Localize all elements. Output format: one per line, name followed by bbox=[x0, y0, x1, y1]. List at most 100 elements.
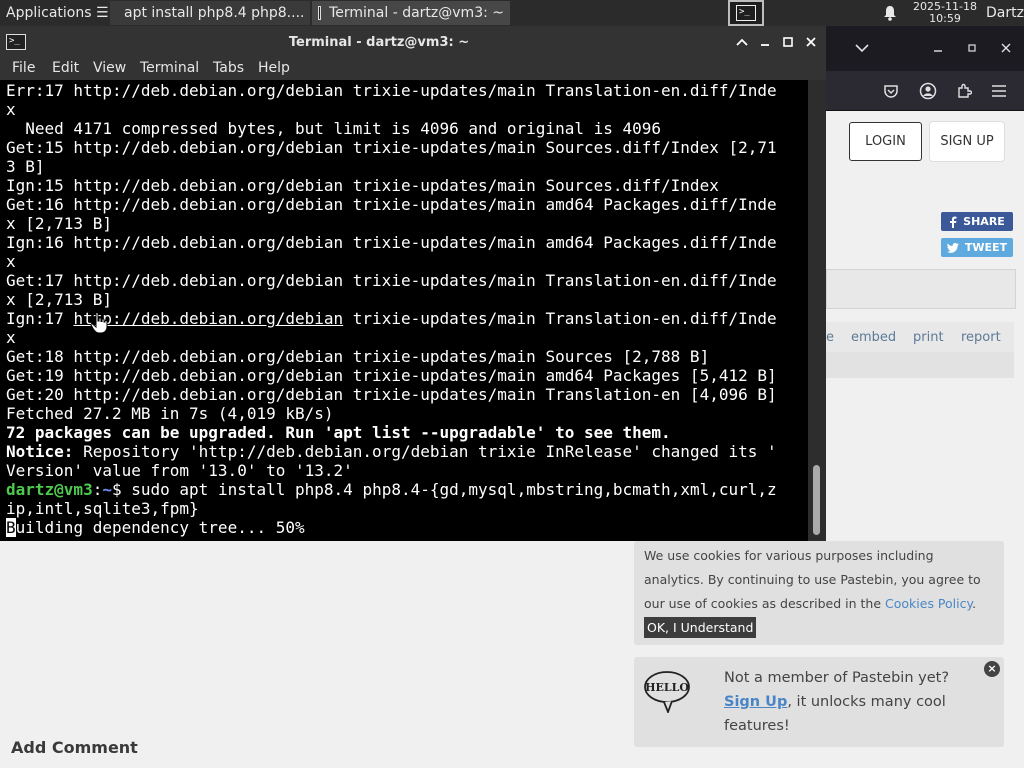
cookie-notice: We use cookies for various purposes incl… bbox=[634, 541, 1004, 645]
print-link[interactable]: print bbox=[913, 330, 944, 345]
signup-button[interactable]: SIGN UP bbox=[930, 122, 1004, 161]
promo-text-1: Not a member of Pastebin yet? bbox=[724, 670, 950, 686]
terminal-line: x bbox=[6, 252, 16, 271]
signup-promo: HELLO Not a member of Pastebin yet? Sign… bbox=[634, 657, 1004, 747]
terminal-line: Get:15 http://deb.debian.org/debian trix… bbox=[6, 138, 777, 157]
minimize-icon[interactable] bbox=[755, 32, 775, 52]
promo-text: Not a member of Pastebin yet? Sign Up, i… bbox=[724, 666, 984, 738]
minimize-icon[interactable] bbox=[928, 36, 948, 60]
menu-help[interactable]: Help bbox=[258, 60, 290, 76]
prompt-separator: : bbox=[92, 480, 103, 499]
action-link-partial[interactable]: e bbox=[826, 330, 834, 345]
prompt-path: ~ bbox=[102, 480, 112, 499]
notice-label: Notice: bbox=[6, 442, 74, 461]
progress-text: uilding dependency tree... 50% bbox=[15, 518, 305, 537]
terminal-line: Get:20 http://deb.debian.org/debian trix… bbox=[6, 385, 777, 404]
paste-info-box bbox=[826, 269, 1016, 309]
hover-url-link[interactable]: http://deb.debian.org/debian bbox=[73, 309, 343, 328]
login-button[interactable]: LOGIN bbox=[849, 122, 922, 161]
close-icon[interactable] bbox=[801, 32, 821, 52]
terminal-line: Need 4171 compressed bytes, but limit is… bbox=[6, 119, 662, 138]
applications-menu[interactable]: Applications ☰ bbox=[2, 0, 108, 26]
promo-close-icon[interactable]: × bbox=[984, 661, 1000, 677]
line-rest: trixie-updates/main Translation-en.diff/… bbox=[343, 309, 777, 328]
terminal-scrollbar[interactable] bbox=[808, 80, 826, 541]
terminal-line: x [2,713 B] bbox=[6, 214, 112, 233]
terminal-line: Err:17 http://deb.debian.org/debian trix… bbox=[6, 81, 777, 100]
close-icon[interactable] bbox=[996, 36, 1016, 60]
workspace-switcher[interactable]: >_ bbox=[728, 0, 764, 26]
applications-label: Applications ☰ bbox=[6, 5, 108, 21]
cursor: B bbox=[6, 518, 16, 537]
cookie-ok-button[interactable]: OK, I Understand bbox=[644, 617, 757, 638]
menu-file[interactable]: File bbox=[12, 60, 35, 76]
menu-tabs[interactable]: Tabs bbox=[213, 60, 244, 76]
account-icon[interactable] bbox=[917, 80, 939, 102]
terminal-menubar: File Edit View Terminal Tabs Help bbox=[0, 58, 826, 80]
taskbar-terminal-label: Terminal - dartz@vm3: ~ bbox=[329, 5, 504, 21]
cookies-policy-link[interactable]: Cookies Policy bbox=[885, 596, 972, 611]
terminal-titlebar[interactable]: >_ Terminal - dartz@vm3: ~ bbox=[0, 26, 826, 58]
terminal-line: Fetched 27.2 MB in 7s (4,019 kB/s) bbox=[6, 404, 334, 423]
maximize-icon[interactable] bbox=[778, 32, 798, 52]
menu-terminal[interactable]: Terminal bbox=[140, 60, 199, 76]
workspace-terminal-icon: >_ bbox=[736, 5, 756, 21]
terminal-prompt-line: dartz@vm3:~$ sudo apt install php8.4 php… bbox=[6, 480, 808, 499]
cookie-text-end: . bbox=[972, 596, 977, 611]
top-panel: Applications ☰ apt install php8.4 php8..… bbox=[0, 0, 1024, 26]
clock-time: 10:59 bbox=[929, 12, 961, 25]
terminal-output[interactable]: Err:17 http://deb.debian.org/debian trix… bbox=[0, 80, 808, 541]
terminal-line: x bbox=[6, 328, 16, 347]
facebook-icon bbox=[950, 216, 957, 228]
terminal-line: Ign:15 http://deb.debian.org/debian trix… bbox=[6, 176, 719, 195]
user-menu[interactable]: Dartz bbox=[986, 0, 1024, 26]
terminal-line: x bbox=[6, 100, 16, 119]
terminal-title: Terminal - dartz@vm3: ~ bbox=[288, 34, 470, 50]
prompt-command: $ sudo apt install php8.4 php8.4-{gd,mys… bbox=[111, 480, 777, 499]
taskbar-firefox[interactable]: apt install php8.4 php8.... bbox=[110, 1, 310, 25]
embed-link[interactable]: embed bbox=[851, 330, 896, 345]
terminal-line: Version' value from '13.0' to '13.2' bbox=[6, 461, 353, 480]
shade-icon[interactable] bbox=[732, 32, 752, 52]
clock[interactable]: 2025-11-18 10:59 bbox=[906, 0, 984, 26]
hello-speech-bubble-icon: HELLO bbox=[644, 671, 690, 713]
tweet-label: TWEET bbox=[964, 241, 1008, 254]
terminal-line-notice: Notice: Repository 'http://deb.debian.or… bbox=[6, 442, 808, 461]
paste-content-header bbox=[826, 352, 1014, 378]
terminal-line: x [2,713 B] bbox=[6, 290, 112, 309]
menu-edit[interactable]: Edit bbox=[52, 60, 79, 76]
taskbar-terminal[interactable]: Terminal - dartz@vm3: ~ bbox=[312, 1, 510, 25]
terminal-line-ign17: Ign:17 http://deb.debian.org/debian trix… bbox=[6, 309, 808, 328]
extensions-icon[interactable] bbox=[953, 80, 975, 102]
twitter-bird-icon bbox=[946, 242, 959, 253]
share-label: SHARE bbox=[963, 215, 1005, 228]
terminal-window: >_ Terminal - dartz@vm3: ~ File Edit Vie… bbox=[0, 26, 826, 541]
chevron-down-icon[interactable] bbox=[852, 36, 872, 60]
terminal-line: Get:18 http://deb.debian.org/debian trix… bbox=[6, 347, 710, 366]
scrollbar-thumb[interactable] bbox=[813, 465, 820, 535]
facebook-share-button[interactable]: SHARE bbox=[941, 212, 1013, 231]
add-comment-heading: Add Comment bbox=[11, 738, 138, 757]
notice-text: Repository 'http://deb.debian.org/debian… bbox=[73, 442, 777, 461]
line-prefix: Ign:17 bbox=[6, 309, 74, 328]
maximize-icon[interactable] bbox=[962, 36, 982, 60]
promo-signup-link[interactable]: Sign Up bbox=[724, 694, 787, 710]
terminal-line: Ign:16 http://deb.debian.org/debian trix… bbox=[6, 233, 777, 252]
twitter-tweet-button[interactable]: TWEET bbox=[941, 238, 1013, 257]
hello-badge-text: HELLO bbox=[645, 681, 689, 694]
notification-bell-icon[interactable] bbox=[880, 0, 900, 26]
terminal-progress-line: Building dependency tree... 50% bbox=[6, 518, 808, 537]
terminal-line: 3 B] bbox=[6, 157, 45, 176]
terminal-line: Get:16 http://deb.debian.org/debian trix… bbox=[6, 195, 777, 214]
hamburger-menu-icon[interactable] bbox=[988, 80, 1010, 102]
terminal-line-upgradable: 72 packages can be upgraded. Run 'apt li… bbox=[6, 423, 671, 442]
taskbar-firefox-label: apt install php8.4 php8.... bbox=[124, 5, 305, 21]
terminal-icon bbox=[318, 6, 322, 20]
hand-pointer-cursor-icon bbox=[90, 312, 108, 334]
report-link[interactable]: report bbox=[961, 330, 1001, 345]
terminal-line: Get:17 http://deb.debian.org/debian trix… bbox=[6, 271, 777, 290]
terminal-line: ip,intl,sqlite3,fpm} bbox=[6, 499, 199, 518]
prompt-user: dartz@vm3 bbox=[6, 480, 93, 499]
menu-view[interactable]: View bbox=[93, 60, 126, 76]
pocket-icon[interactable] bbox=[880, 80, 902, 102]
